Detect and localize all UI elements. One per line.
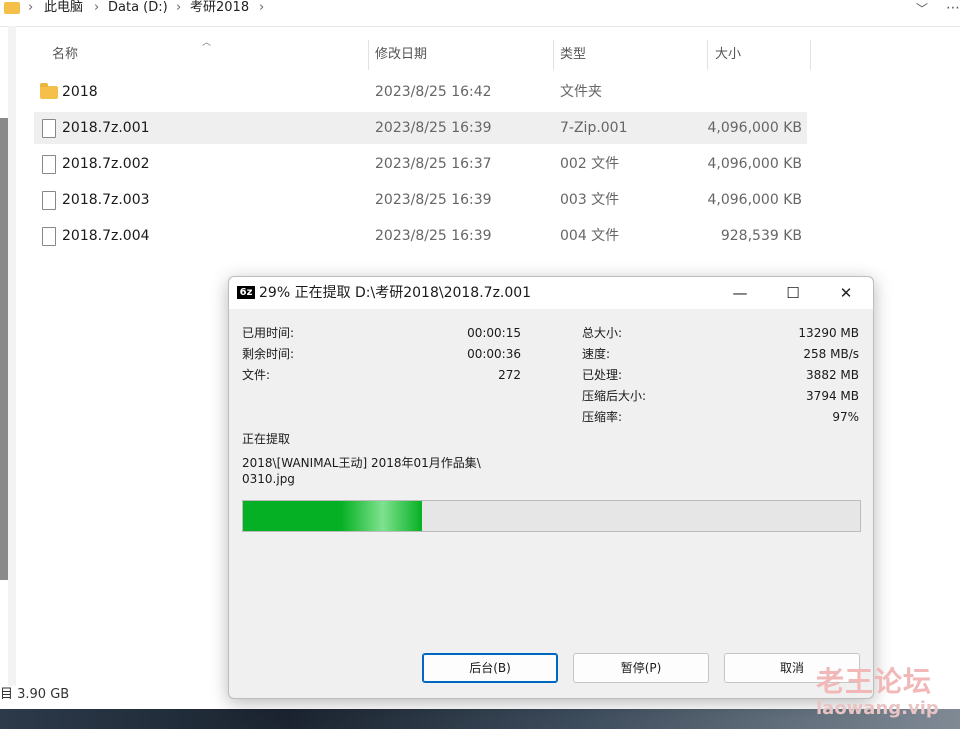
current-file-path-line2: 0310.jpg xyxy=(242,472,295,486)
files-label: 文件: xyxy=(242,368,271,382)
progress-fill xyxy=(243,501,422,531)
file-icon xyxy=(42,191,56,210)
extract-progress-dialog: 6z 29% 正在提取 D:\考研2018\2018.7z.001 — ☐ ✕ … xyxy=(228,276,874,699)
dialog-title: 29% 正在提取 D:\考研2018\2018.7z.001 xyxy=(259,285,532,301)
speed-value: 258 MB/s xyxy=(803,347,859,361)
file-date: 2023/8/25 16:37 xyxy=(375,156,492,172)
file-size: 4,096,000 KB xyxy=(707,192,803,208)
file-row-folder-2018[interactable]: 2018 2023/8/25 16:42 文件夹 xyxy=(34,76,807,108)
column-header-date[interactable]: 修改日期 xyxy=(375,40,427,70)
file-date: 2023/8/25 16:39 xyxy=(375,228,492,244)
extract-progress-bar xyxy=(242,500,861,532)
column-divider[interactable] xyxy=(553,40,554,70)
current-file-path-line1: 2018\[WANIMAL王动] 2018年01月作品集\ xyxy=(242,456,481,470)
total-size-value: 13290 MB xyxy=(798,326,859,340)
more-icon[interactable]: ⋯ xyxy=(946,0,960,16)
breadcrumb-current-folder[interactable]: 考研2018 xyxy=(190,0,249,15)
status-bar-text: 目 3.90 GB xyxy=(0,687,70,702)
navigation-pane xyxy=(8,26,16,686)
close-button[interactable]: ✕ xyxy=(823,277,869,309)
elapsed-time-value: 00:00:15 xyxy=(467,326,521,340)
column-divider[interactable] xyxy=(810,40,811,70)
file-row[interactable]: 2018.7z.003 2023/8/25 16:39 003 文件 4,096… xyxy=(34,184,807,216)
file-size: 4,096,000 KB xyxy=(707,120,803,136)
background-button[interactable]: 后台(B) xyxy=(422,653,558,683)
7zip-app-icon: 6z xyxy=(237,286,255,299)
processed-value: 3882 MB xyxy=(806,368,859,382)
files-value: 272 xyxy=(498,368,521,382)
file-size: 928,539 KB xyxy=(720,228,802,244)
file-icon xyxy=(42,119,56,138)
column-header-name[interactable]: 名称 xyxy=(52,40,78,70)
compressed-size-value: 3794 MB xyxy=(806,389,859,403)
file-name: 2018.7z.002 xyxy=(62,156,150,172)
elapsed-time-label: 已用时间: xyxy=(242,326,295,340)
speed-label: 速度: xyxy=(582,347,611,361)
navigation-scrollbar[interactable] xyxy=(0,118,8,580)
file-name: 2018 xyxy=(62,84,98,100)
file-row[interactable]: 2018.7z.004 2023/8/25 16:39 004 文件 928,5… xyxy=(34,220,807,252)
address-bar[interactable]: › 此电脑 › Data (D:) › 考研2018 › ﹀ ⋯ xyxy=(0,0,960,27)
breadcrumb-separator: › xyxy=(259,0,265,15)
maximize-button[interactable]: ☐ xyxy=(770,277,816,309)
dialog-title-bar[interactable]: 6z 29% 正在提取 D:\考研2018\2018.7z.001 — ☐ ✕ xyxy=(229,277,873,309)
file-type: 004 文件 xyxy=(560,228,620,244)
remaining-time-value: 00:00:36 xyxy=(467,347,521,361)
compression-ratio-value: 97% xyxy=(832,410,859,424)
folder-icon xyxy=(40,83,58,99)
column-header-type[interactable]: 类型 xyxy=(560,40,586,70)
file-date: 2023/8/25 16:39 xyxy=(375,120,492,136)
file-name: 2018.7z.003 xyxy=(62,192,150,208)
file-row-selected[interactable]: 2018.7z.001 2023/8/25 16:39 7-Zip.001 4,… xyxy=(34,112,807,144)
file-icon xyxy=(42,227,56,246)
breadcrumb-separator: › xyxy=(28,0,34,15)
breadcrumb-separator: › xyxy=(94,0,100,15)
watermark-url: laowang.vip xyxy=(816,698,939,719)
extracting-label: 正在提取 xyxy=(242,432,291,446)
breadcrumb-separator: › xyxy=(176,0,182,15)
watermark-text: 老王论坛 xyxy=(816,665,933,698)
minimize-button[interactable]: — xyxy=(717,277,763,309)
pause-button[interactable]: 暂停(P) xyxy=(573,653,709,683)
file-type: 003 文件 xyxy=(560,192,620,208)
file-icon xyxy=(42,155,56,174)
file-type: 文件夹 xyxy=(560,84,602,100)
folder-icon xyxy=(4,2,20,14)
file-name: 2018.7z.001 xyxy=(62,120,150,136)
column-divider[interactable] xyxy=(368,40,369,70)
file-size: 4,096,000 KB xyxy=(707,156,803,172)
column-header-size[interactable]: 大小 xyxy=(715,40,741,70)
processed-label: 已处理: xyxy=(582,368,623,382)
file-type: 002 文件 xyxy=(560,156,620,172)
file-type: 7-Zip.001 xyxy=(560,120,628,136)
column-divider[interactable] xyxy=(707,40,708,70)
sort-ascending-icon: ︿ xyxy=(202,38,212,48)
total-size-label: 总大小: xyxy=(582,326,623,340)
file-row[interactable]: 2018.7z.002 2023/8/25 16:37 002 文件 4,096… xyxy=(34,148,807,180)
file-name: 2018.7z.004 xyxy=(62,228,150,244)
compression-ratio-label: 压缩率: xyxy=(582,410,623,424)
file-date: 2023/8/25 16:42 xyxy=(375,84,492,100)
file-date: 2023/8/25 16:39 xyxy=(375,192,492,208)
chevron-down-icon[interactable]: ﹀ xyxy=(916,0,928,17)
compressed-size-label: 压缩后大小: xyxy=(582,389,647,403)
breadcrumb-data-drive[interactable]: Data (D:) xyxy=(108,0,168,15)
remaining-time-label: 剩余时间: xyxy=(242,347,295,361)
breadcrumb-this-pc[interactable]: 此电脑 xyxy=(44,0,83,15)
